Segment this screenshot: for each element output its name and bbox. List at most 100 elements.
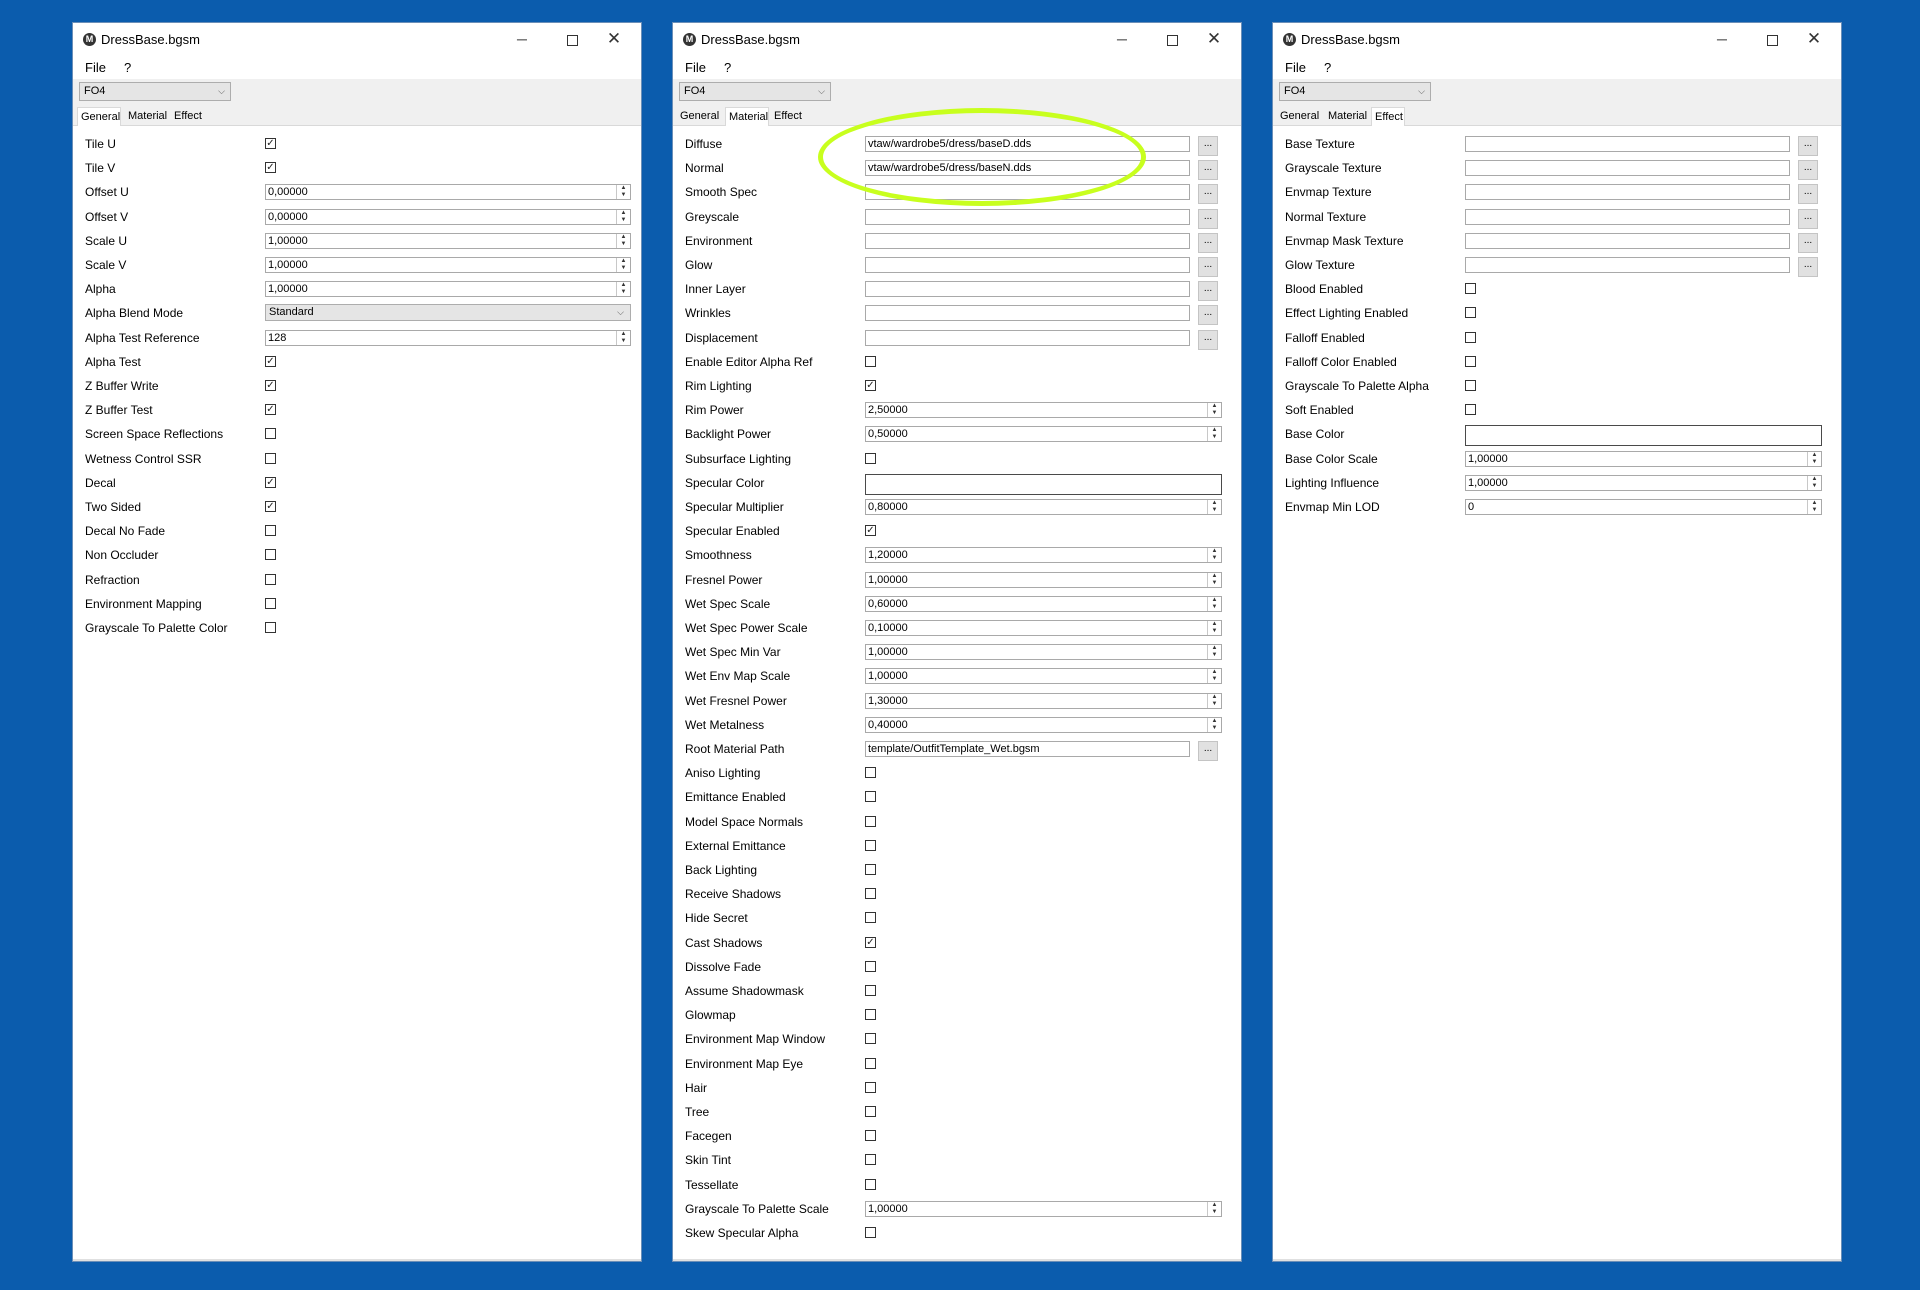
spin-down-icon[interactable]: ▼ [617,241,630,248]
close-icon[interactable]: ✕ [1799,27,1829,51]
dissolve-fade-checkbox[interactable] [865,960,876,972]
diffuse-path-input[interactable]: vtaw/wardrobe5/dress/baseD.dds [865,136,1190,152]
spin-buttons[interactable]: ▲ ▼ [1207,645,1221,660]
spin-up-icon[interactable]: ▲ [1208,1202,1221,1209]
spin-up-icon[interactable]: ▲ [617,210,630,217]
alpha-spinbox[interactable]: 1,00000 ▲ ▼ [265,281,631,298]
two-sided-checkbox[interactable]: ✓ [265,501,276,512]
enable-editor-alpha-ref-checkbox[interactable] [865,355,876,367]
wet-metalness-spinbox[interactable]: 0,40000 ▲ ▼ [865,716,1222,733]
spin-up-icon[interactable]: ▲ [1208,645,1221,652]
normal-path-input[interactable]: vtaw/wardrobe5/dress/baseN.dds [865,160,1190,177]
diffuse-browse-button[interactable]: ... [1198,136,1218,156]
maximize-icon[interactable] [557,27,587,51]
refraction-checkbox[interactable] [265,573,276,585]
base-color-scale-spinbox[interactable]: 1,00000 ▲ ▼ [1465,450,1822,467]
specular-color-color-swatch[interactable] [865,473,1222,495]
offset-u-spinbox[interactable]: 0,00000 ▲ ▼ [265,184,631,201]
screen-space-reflections-checkbox[interactable] [265,428,276,440]
spin-up-icon[interactable]: ▲ [1208,573,1221,580]
grayscale-to-palette-color-checkbox[interactable] [265,622,276,633]
tab-effect[interactable]: Effect [171,109,205,125]
spin-buttons[interactable]: ▲ ▼ [616,185,630,200]
wet-spec-scale-spinbox[interactable]: 0,60000 ▲ ▼ [865,595,1222,612]
inner-layer-path-input[interactable] [865,281,1190,298]
tab-effect[interactable]: Effect [1371,107,1405,126]
inner-layer-browse-button[interactable]: ... [1198,281,1218,302]
spin-buttons[interactable]: ▲ ▼ [1207,669,1221,684]
spin-up-icon[interactable]: ▲ [617,185,630,192]
subsurface-lighting-checkbox[interactable] [865,452,876,464]
tab-general[interactable]: General [1277,109,1321,125]
hair-checkbox[interactable] [865,1081,876,1093]
title-bar[interactable]: M DressBase.bgsm ─ ✕ [1273,23,1841,57]
z-buffer-write-checkbox[interactable]: ✓ [265,380,276,391]
menu-help[interactable]: ? [1324,60,1331,75]
displacement-path-input[interactable] [865,329,1190,346]
spin-buttons[interactable]: ▲ ▼ [1207,500,1221,514]
tab-general[interactable]: General [77,107,121,126]
menu-file[interactable]: File [1285,60,1306,75]
maximize-icon[interactable] [1157,27,1187,51]
glow-browse-button[interactable]: ... [1198,257,1218,277]
normal-browse-button[interactable]: ... [1198,160,1218,181]
wrinkles-path-input[interactable] [865,305,1190,322]
base-texture-browse-button[interactable]: ... [1798,136,1818,156]
spin-buttons[interactable]: ▲ ▼ [1207,548,1221,563]
tile-v-checkbox[interactable]: ✓ [265,162,276,174]
smoothness-spinbox[interactable]: 1,20000 ▲ ▼ [865,547,1222,564]
spin-up-icon[interactable]: ▲ [1208,403,1221,410]
lighting-influence-spinbox[interactable]: 1,00000 ▲ ▼ [1465,474,1822,491]
spin-up-icon[interactable]: ▲ [1208,597,1221,604]
spin-down-icon[interactable]: ▼ [1208,410,1221,417]
environment-map-window-checkbox[interactable] [865,1033,876,1045]
skin-tint-checkbox[interactable] [865,1154,876,1166]
environment-browse-button[interactable]: ... [1198,232,1218,253]
game-version-select[interactable]: FO4 ⌵ [79,82,231,101]
soft-enabled-checkbox[interactable] [1465,404,1476,416]
title-bar[interactable]: M DressBase.bgsm ─ ✕ [673,23,1241,57]
spin-down-icon[interactable]: ▼ [617,192,630,199]
falloff-color-enabled-checkbox[interactable] [1465,355,1476,367]
spin-down-icon[interactable]: ▼ [1808,459,1821,466]
aniso-lighting-checkbox[interactable] [865,767,876,779]
scale-v-spinbox[interactable]: 1,00000 ▲ ▼ [265,257,631,273]
skew-specular-alpha-checkbox[interactable] [865,1227,876,1238]
specular-enabled-checkbox[interactable]: ✓ [865,525,876,537]
alpha-blend-mode-select[interactable]: Standard ⌵ [265,304,631,322]
spin-buttons[interactable]: ▲ ▼ [1207,572,1221,587]
effect-lighting-enabled-checkbox[interactable] [1465,307,1476,319]
spin-buttons[interactable]: ▲ ▼ [1207,693,1221,708]
menu-help[interactable]: ? [724,60,731,75]
spin-buttons[interactable]: ▲ ▼ [616,233,630,248]
grayscale-to-palette-alpha-checkbox[interactable] [1465,380,1476,391]
spin-down-icon[interactable]: ▼ [1208,434,1221,441]
alpha-test-checkbox[interactable]: ✓ [265,355,276,367]
spin-up-icon[interactable]: ▲ [1208,548,1221,555]
spin-buttons[interactable]: ▲ ▼ [616,282,630,297]
spin-buttons[interactable]: ▲ ▼ [1207,427,1221,442]
tab-general[interactable]: General [677,109,721,125]
environment-map-eye-checkbox[interactable] [865,1057,876,1069]
non-occluder-checkbox[interactable] [265,549,276,561]
decal-checkbox[interactable]: ✓ [265,476,276,488]
displacement-browse-button[interactable]: ... [1198,329,1218,350]
greyscale-browse-button[interactable]: ... [1198,208,1218,229]
menu-help[interactable]: ? [124,60,131,75]
root-material-path-path-input[interactable]: template/OutfitTemplate_Wet.bgsm [865,741,1190,757]
close-icon[interactable]: ✕ [599,27,629,51]
spin-down-icon[interactable]: ▼ [1208,555,1221,562]
close-icon[interactable]: ✕ [1199,27,1229,51]
spin-up-icon[interactable]: ▲ [1808,500,1821,507]
fresnel-power-spinbox[interactable]: 1,00000 ▲ ▼ [865,571,1222,588]
menu-file[interactable]: File [685,60,706,75]
spin-up-icon[interactable]: ▲ [1208,621,1221,628]
tree-checkbox[interactable] [865,1106,876,1117]
spin-up-icon[interactable]: ▲ [617,331,630,338]
spin-down-icon[interactable]: ▼ [1208,725,1221,732]
spin-down-icon[interactable]: ▼ [1208,507,1221,514]
spin-buttons[interactable]: ▲ ▼ [1207,596,1221,611]
game-version-select[interactable]: FO4 ⌵ [679,82,831,101]
spin-buttons[interactable]: ▲ ▼ [616,258,630,272]
root-material-path-browse-button[interactable]: ... [1198,741,1218,761]
